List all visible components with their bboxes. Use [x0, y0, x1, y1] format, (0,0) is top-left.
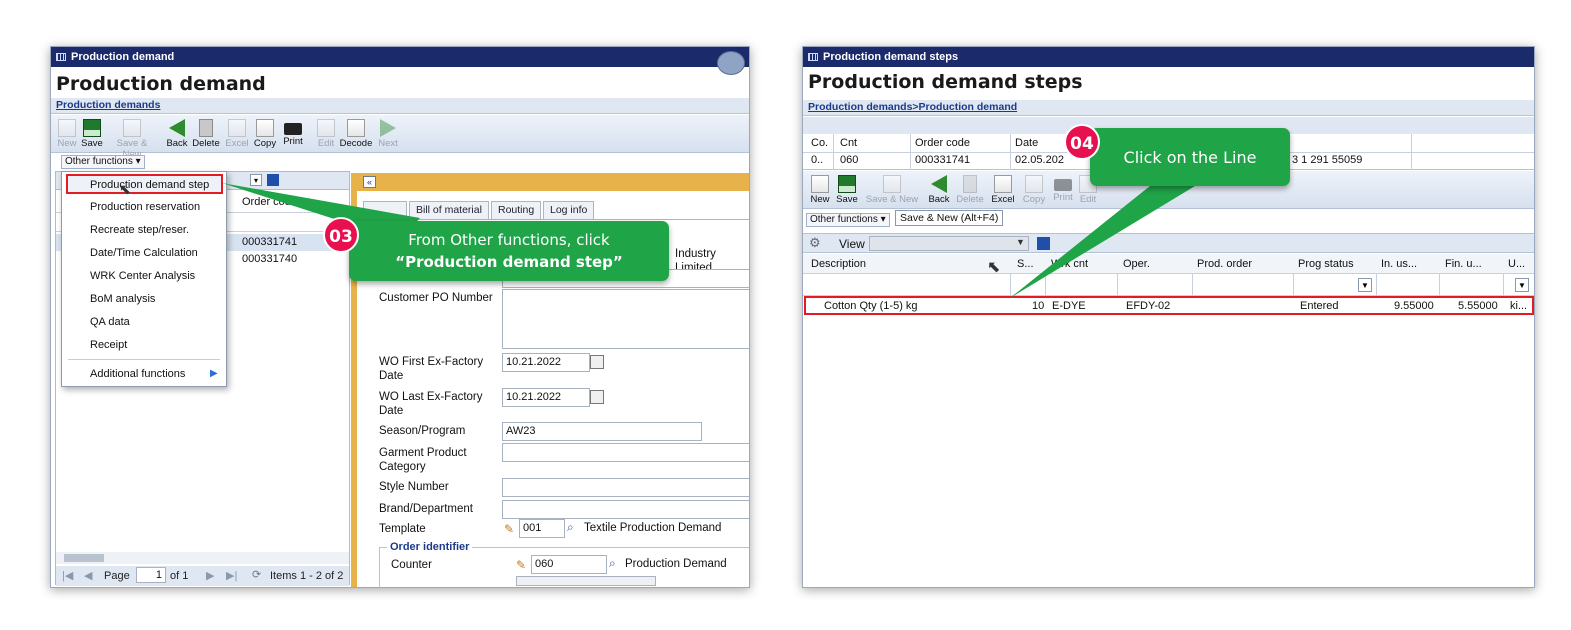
- callout-04-pointer: [1010, 186, 1195, 298]
- callout-04-text: Click on the Line: [1123, 148, 1257, 167]
- callout-04: Click on the Line: [1090, 128, 1290, 186]
- step-badge-04: 04: [1064, 124, 1100, 160]
